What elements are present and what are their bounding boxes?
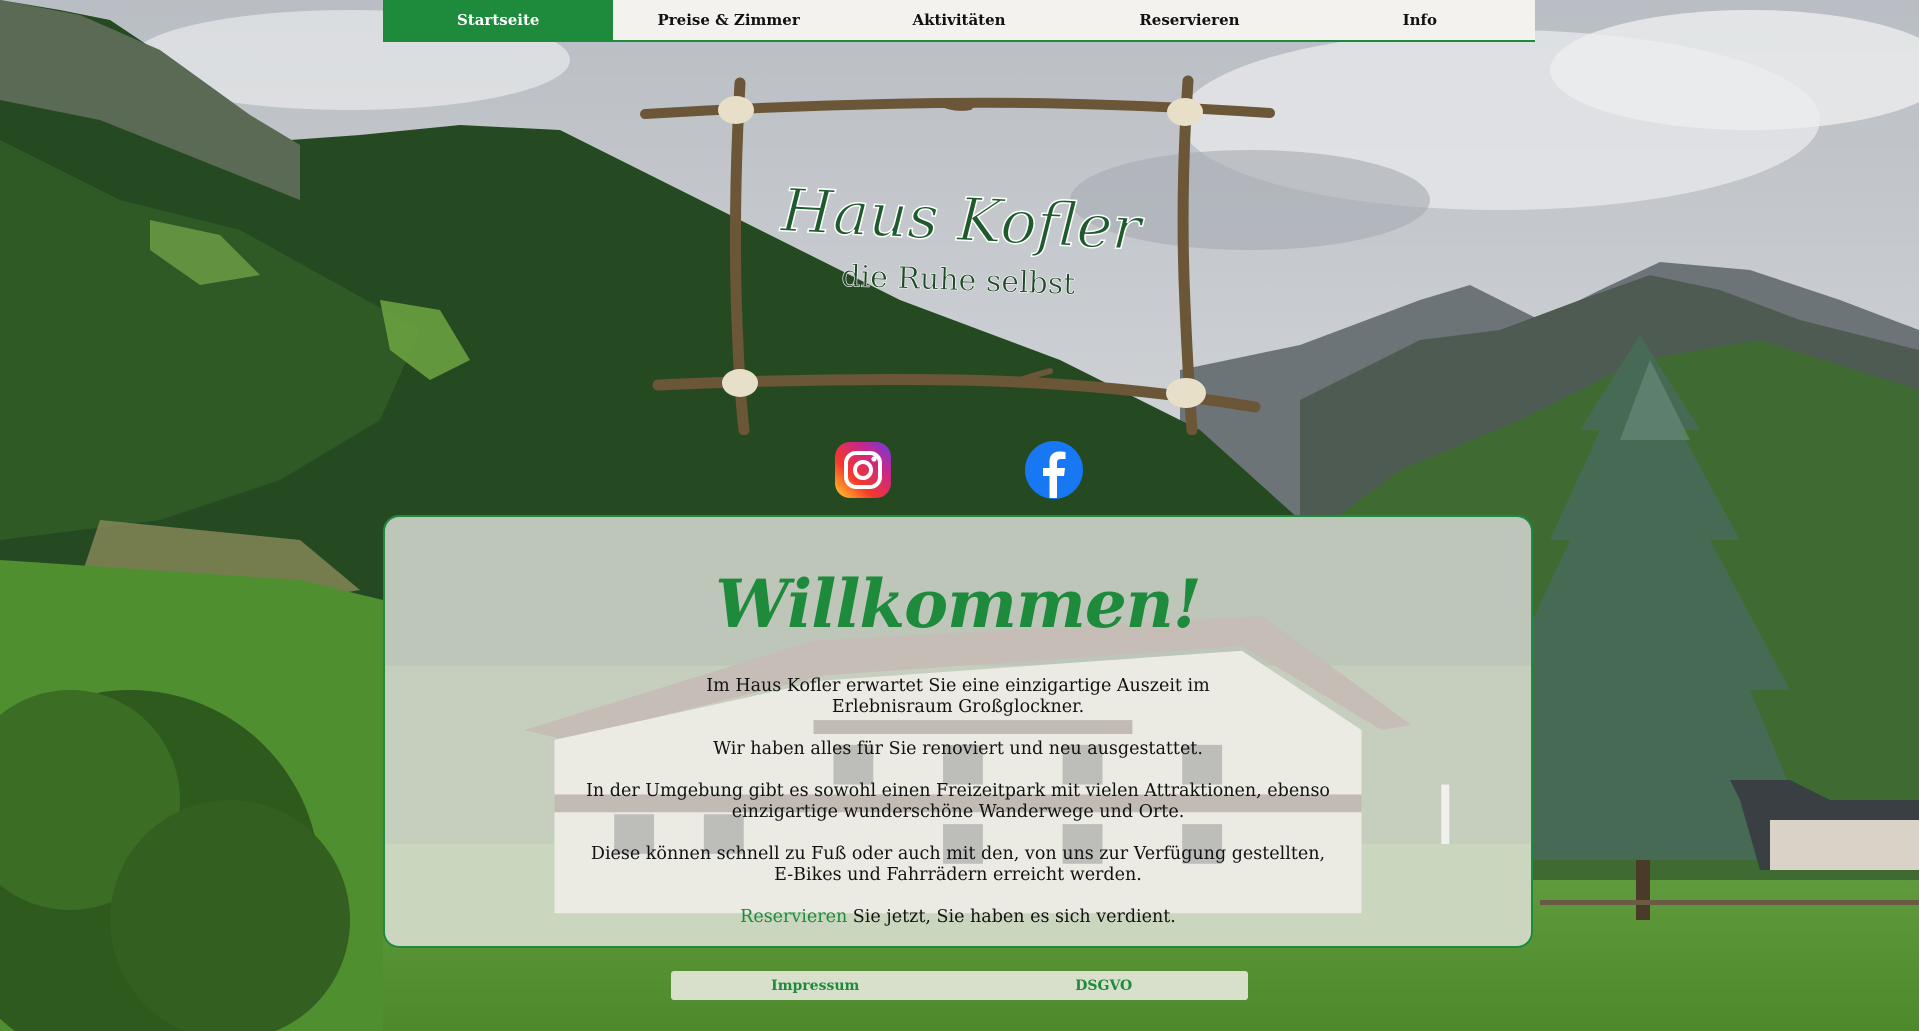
welcome-paragraph-3: In der Umgebung gibt es sowohl einen Fre… [578,781,1338,823]
welcome-p1-line1: Im Haus Kofler erwartet Sie eine einziga… [706,675,1210,696]
main-navigation: Startseite Preise & Zimmer Aktivitäten R… [383,0,1535,42]
welcome-p4-line1: Diese können schnell zu Fuß oder auch mi… [590,843,1326,864]
nav-item-info[interactable]: Info [1305,0,1535,40]
welcome-title: Willkommen! [715,565,1202,643]
reservieren-link[interactable]: Reservieren [740,907,847,927]
impressum-link[interactable]: Impressum [671,971,960,1000]
nav-item-startseite[interactable]: Startseite [383,0,614,40]
instagram-icon[interactable] [833,440,893,500]
footer-links: Impressum DSGVO [671,971,1248,1000]
welcome-p5-rest: Sie jetzt, Sie haben es sich verdient. [847,906,1176,927]
nav-item-aktivitaeten[interactable]: Aktivitäten [844,0,1074,40]
facebook-icon[interactable] [1024,440,1084,500]
welcome-p1-line2: Erlebnisraum Großglockner. [831,696,1085,717]
welcome-paragraph-5: Reservieren Sie jetzt, Sie haben es sich… [578,907,1338,928]
welcome-p4-line2: E-Bikes und Fahrrädern erreicht werden. [774,864,1142,885]
logo-subtitle: die Ruhe selbst [841,259,1076,302]
logo-title: Haus Kofler [778,176,1146,265]
dsgvo-link[interactable]: DSGVO [960,971,1249,1000]
welcome-content: Willkommen! Im Haus Kofler erwartet Sie … [385,517,1531,946]
nav-item-reservieren[interactable]: Reservieren [1074,0,1304,40]
welcome-paragraph-4: Diese können schnell zu Fuß oder auch mi… [578,844,1338,886]
haus-kofler-logo: Haus Kofler die Ruhe selbst [640,75,1275,435]
welcome-panel: Willkommen! Im Haus Kofler erwartet Sie … [383,515,1533,948]
welcome-p3-line1: In der Umgebung gibt es sowohl einen Fre… [586,780,1330,801]
welcome-paragraph-1: Im Haus Kofler erwartet Sie eine einziga… [578,676,1338,718]
welcome-p3-line2: einzigartige wunderschöne Wanderwege und… [731,801,1185,822]
nav-item-preise-zimmer[interactable]: Preise & Zimmer [613,0,843,40]
welcome-paragraph-2: Wir haben alles für Sie renoviert und ne… [713,738,1203,759]
